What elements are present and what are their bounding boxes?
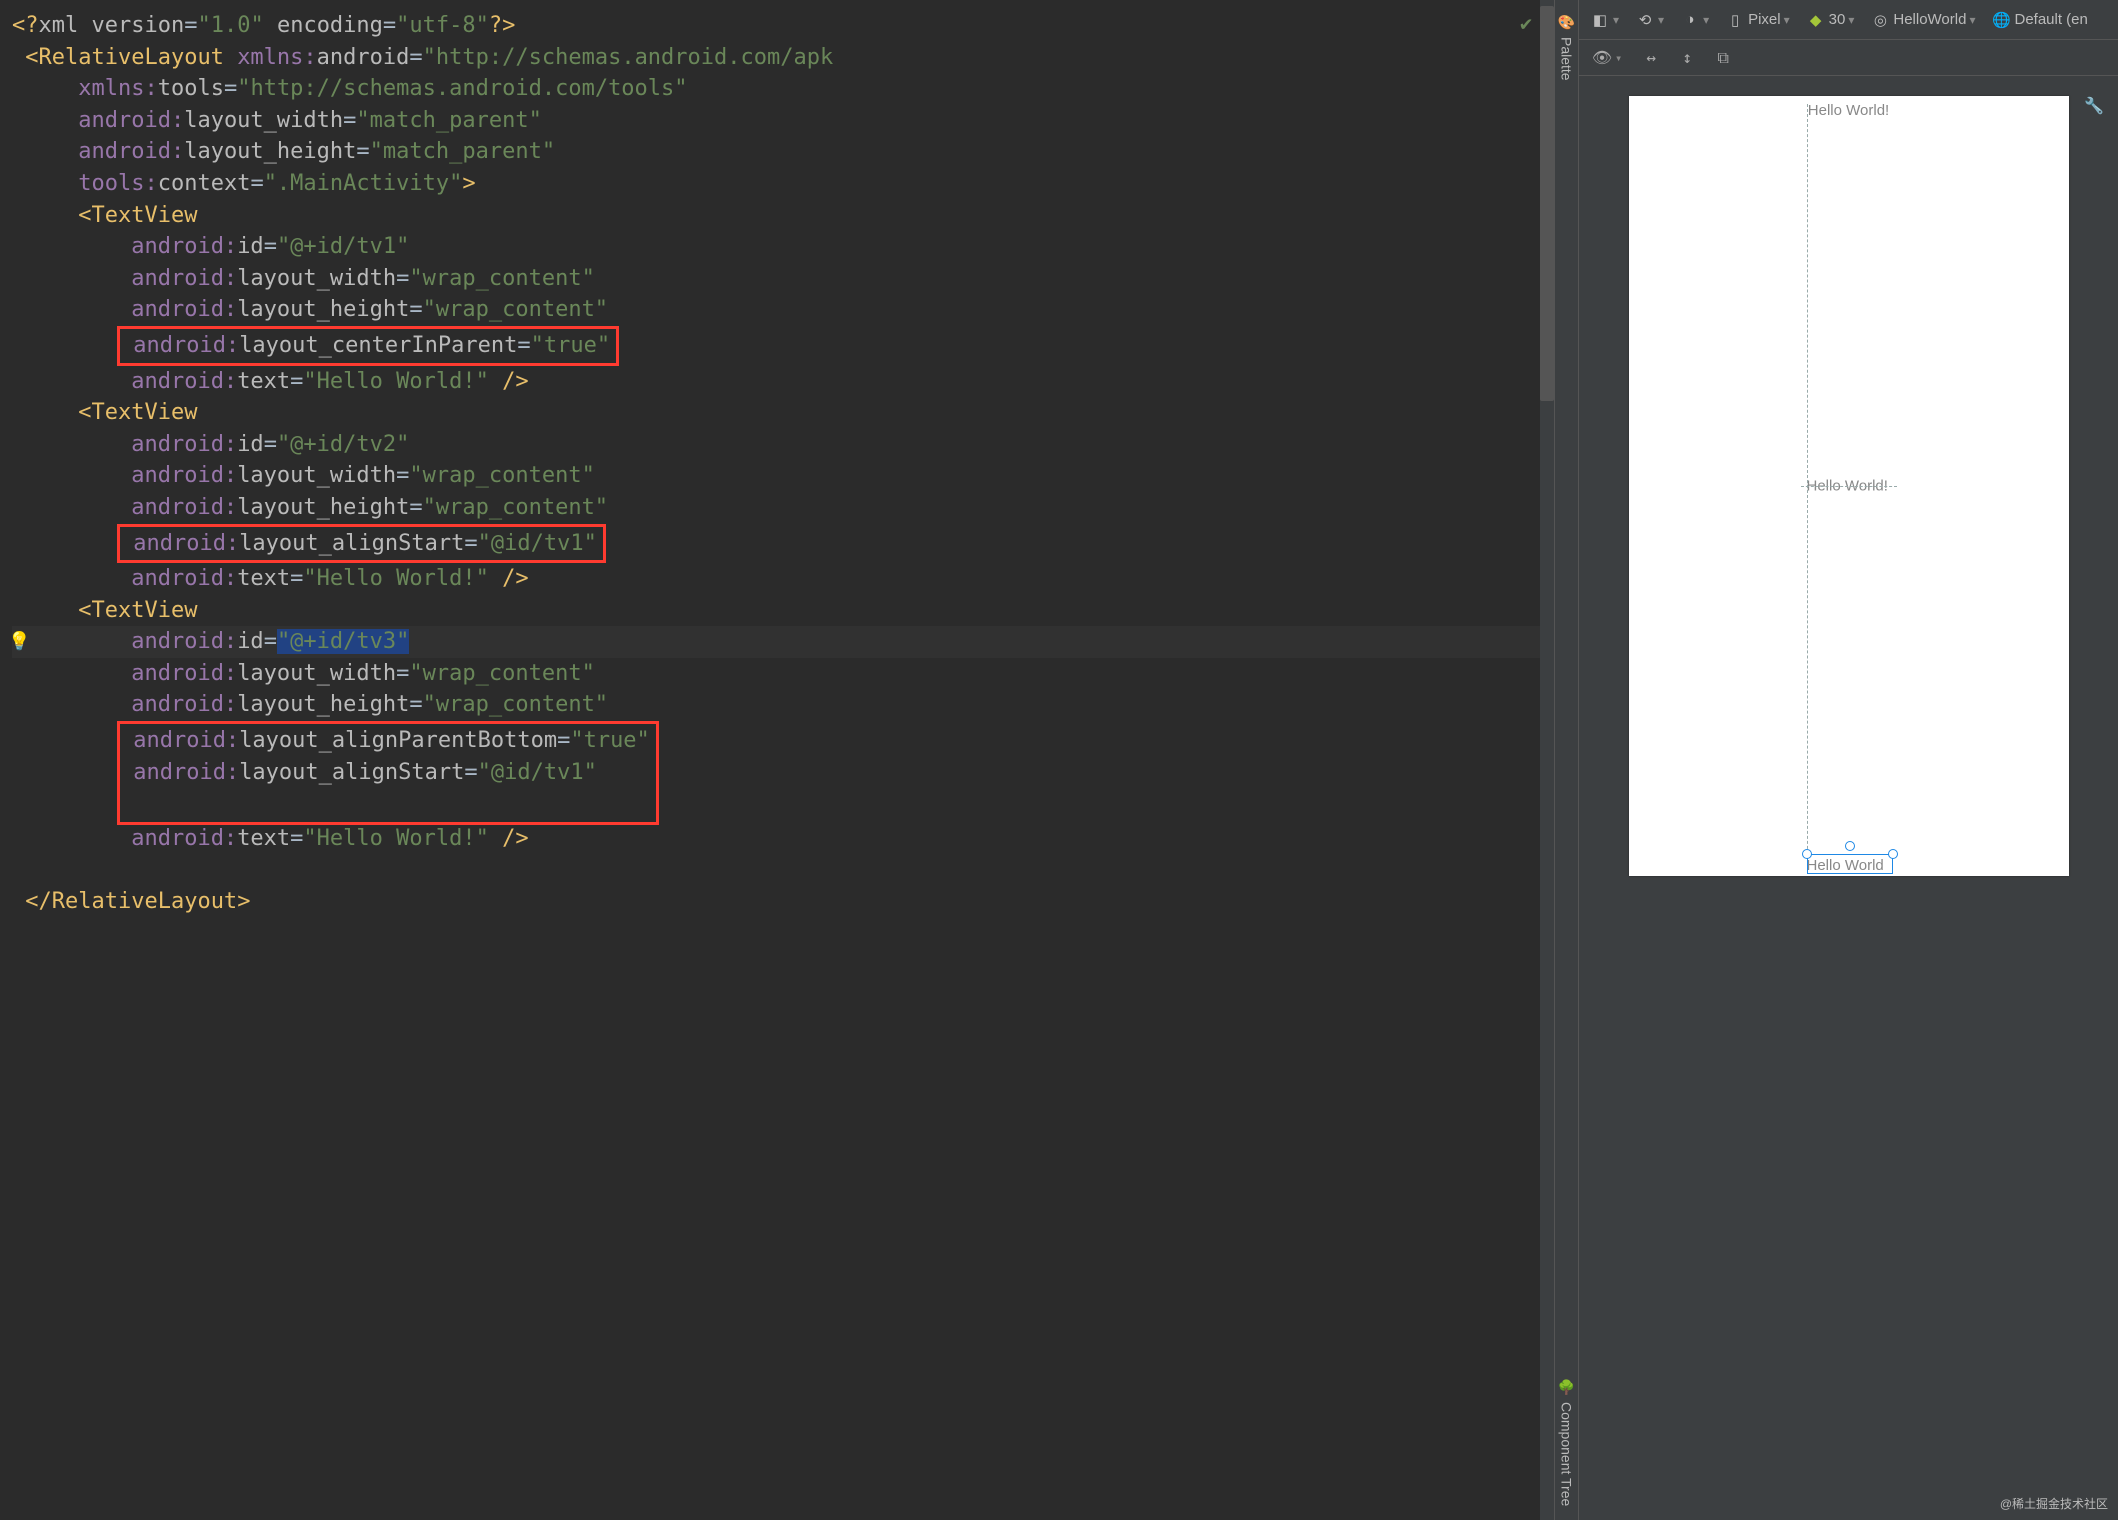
night-mode-button[interactable]: ◑▾: [1677, 8, 1712, 32]
component-tree-tab[interactable]: 🌳Component Tree: [1556, 1365, 1577, 1520]
resize-handle[interactable]: [1802, 849, 1812, 859]
resize-handle[interactable]: [1845, 841, 1855, 851]
analysis-ok-icon[interactable]: ✔: [1520, 8, 1532, 40]
locale-selector[interactable]: 🌐Default (en: [1988, 8, 2090, 32]
palette-icon: 🎨: [1558, 14, 1575, 31]
eye-icon: 👁: [1592, 48, 1612, 68]
move-icon[interactable]: ↕: [1677, 48, 1697, 68]
palette-tab[interactable]: 🎨Palette: [1556, 0, 1577, 95]
scrollbar[interactable]: [1540, 0, 1554, 1520]
preview-toolbar-top: ◧▾ ⟲▾ ◑▾ ▯Pixel▾ ◆30▾ ◎HelloWorld▾ 🌐Defa…: [1579, 0, 2118, 40]
watermark: @稀土掘金技术社区: [2000, 1495, 2108, 1512]
phone-icon: ▯: [1725, 10, 1745, 30]
alignment-guide-vertical: [1807, 104, 1808, 874]
theme-icon: ◎: [1870, 10, 1890, 30]
api-selector[interactable]: ◆30▾: [1803, 8, 1858, 32]
highlight-box: android:layout_alignStart="@id/tv1": [117, 524, 606, 564]
preview-canvas[interactable]: 🔧 Hello World! Hello World! Hello World …: [1579, 76, 2118, 1520]
moon-icon: ◑: [1680, 10, 1700, 30]
layout-preview: ◧▾ ⟲▾ ◑▾ ▯Pixel▾ ◆30▾ ◎HelloWorld▾ 🌐Defa…: [1578, 0, 2118, 1520]
scroll-thumb[interactable]: [1540, 6, 1554, 401]
resize-handle[interactable]: [1888, 849, 1898, 859]
textview-tv1[interactable]: Hello World!: [1808, 102, 1889, 119]
rotate-icon: ⟲: [1635, 10, 1655, 30]
device-selector[interactable]: ▯Pixel▾: [1722, 8, 1793, 32]
magnet-icon[interactable]: ⧉: [1713, 48, 1733, 68]
tree-icon: 🌳: [1558, 1379, 1575, 1396]
theme-selector[interactable]: ◎HelloWorld▾: [1867, 8, 1978, 32]
wrench-icon[interactable]: 🔧: [2084, 96, 2104, 115]
code-editor[interactable]: ✔ <?xml version="1.0" encoding="utf-8"?>…: [0, 0, 1554, 1520]
preview-toolbar-second: 👁▾ ↔ ↕ ⧉: [1579, 40, 2118, 76]
pan-icon[interactable]: ↔: [1641, 48, 1661, 68]
device-screen[interactable]: Hello World! Hello World! Hello World: [1629, 96, 2069, 876]
highlight-box: android:layout_centerInParent="true": [117, 326, 619, 366]
android-icon: ◆: [1806, 10, 1826, 30]
code-area[interactable]: ✔ <?xml version="1.0" encoding="utf-8"?>…: [6, 0, 1540, 1520]
design-surface-button[interactable]: ◧▾: [1587, 8, 1622, 32]
side-tool-strip: 🎨Palette 🌳Component Tree: [1554, 0, 1578, 1520]
intention-bulb-icon[interactable]: 💡: [8, 626, 30, 658]
globe-icon: 🌐: [1991, 10, 2011, 30]
alignment-guide-horizontal: [1801, 486, 1897, 487]
design-icon: ◧: [1590, 10, 1610, 30]
orientation-button[interactable]: ⟲▾: [1632, 8, 1667, 32]
selection-box[interactable]: [1807, 854, 1893, 874]
view-options-button[interactable]: 👁▾: [1589, 46, 1625, 70]
